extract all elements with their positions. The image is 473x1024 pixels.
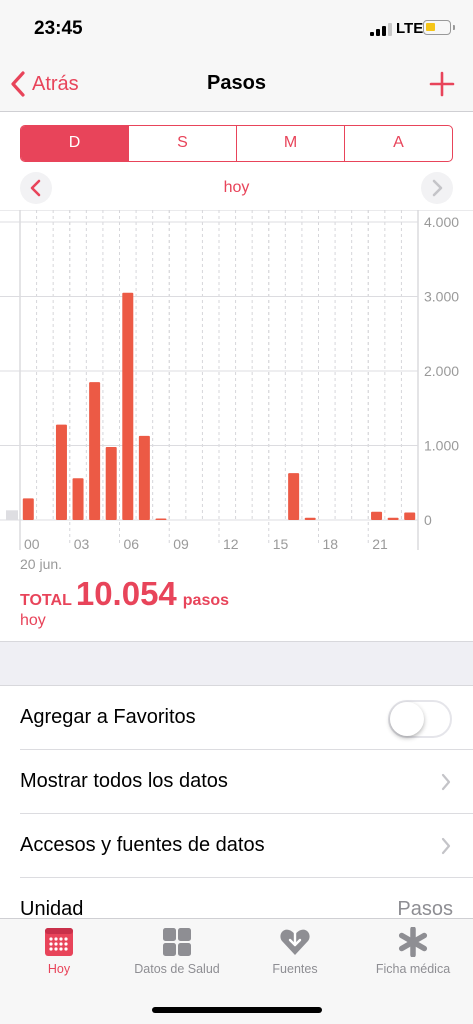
signal-icon — [370, 22, 392, 36]
total-summary: TOTAL 10.054 pasos — [20, 575, 229, 615]
battery-icon — [423, 20, 451, 35]
total-label: TOTAL — [20, 592, 72, 609]
chevron-right-icon — [441, 773, 451, 791]
next-period-button[interactable] — [421, 172, 453, 204]
x-tick-label: 03 — [74, 536, 90, 550]
total-unit: pasos — [182, 592, 230, 609]
chart-date: 20 jun. — [20, 556, 63, 572]
steps-bar-05 — [105, 446, 117, 520]
total-value: 10.054 — [75, 575, 177, 612]
x-tick-label: 15 — [273, 536, 289, 550]
add-to-favorites-row: Agregar a Favoritos — [0, 686, 473, 750]
x-tick-label: 09 — [173, 536, 189, 550]
data-sources-access-label: Accesos y fuentes de datos — [20, 834, 265, 856]
steps-bar-17 — [304, 517, 316, 520]
y-tick-label: 0 — [424, 512, 432, 528]
heart-download-icon — [280, 929, 310, 955]
steps-bar-23 — [404, 512, 416, 520]
grid-icon — [163, 928, 191, 956]
asterisk-icon — [398, 927, 428, 957]
calendar-icon — [45, 928, 73, 956]
status-time: 23:45 — [34, 18, 83, 39]
network-type: LTE — [396, 20, 424, 37]
period-segmented-control: D S M A — [20, 125, 453, 162]
tab-health-data-label: Datos de Salud — [134, 962, 220, 976]
plus-icon[interactable] — [428, 70, 456, 98]
x-tick-label: 06 — [124, 536, 140, 550]
steps-bar-08 — [155, 518, 167, 520]
home-indicator — [152, 1007, 322, 1013]
previous-day-bar — [6, 510, 18, 520]
tab-sources[interactable]: Fuentes — [236, 927, 354, 991]
data-sources-access-row[interactable]: Accesos y fuentes de datos — [0, 814, 473, 878]
steps-bar-00 — [22, 498, 34, 520]
steps-bar-21 — [371, 511, 383, 520]
tab-health-data[interactable]: Datos de Salud — [118, 927, 236, 991]
steps-bar-02 — [55, 424, 67, 520]
steps-bar-07 — [138, 435, 150, 520]
steps-bar-22 — [387, 517, 399, 520]
settings-list: Agregar a Favoritos Mostrar todos los da… — [0, 685, 473, 942]
toggle-knob — [390, 702, 424, 736]
chart-card: D S M A hoy 4.000 3.000 2.000 1.000 0 00 03 06 0… — [0, 112, 473, 642]
y-tick-label: 1.000 — [424, 438, 459, 454]
x-tick-label: 00 — [24, 536, 40, 550]
x-tick-label: 12 — [223, 536, 239, 550]
battery-tip — [453, 25, 455, 30]
segment-month[interactable]: M — [236, 126, 344, 161]
y-tick-label: 2.000 — [424, 363, 459, 379]
steps-bar-16 — [288, 473, 300, 520]
period-label: hoy — [223, 179, 250, 196]
steps-bar-06 — [122, 292, 134, 520]
steps-bar-03 — [72, 478, 84, 520]
show-all-data-label: Mostrar todos los datos — [20, 770, 228, 792]
tab-today-label: Hoy — [47, 962, 71, 976]
segment-year[interactable]: A — [344, 126, 452, 161]
segment-day[interactable]: D — [21, 126, 128, 161]
battery-level — [426, 23, 435, 31]
steps-bar-04 — [89, 382, 101, 520]
total-period: hoy — [20, 612, 46, 629]
add-to-favorites-label: Agregar a Favoritos — [20, 706, 196, 728]
chevron-right-icon — [432, 179, 443, 197]
segment-week[interactable]: S — [128, 126, 236, 161]
status-bar: 23:45 LTE — [0, 0, 473, 58]
x-tick-label: 21 — [372, 536, 388, 550]
chevron-right-icon — [441, 837, 451, 855]
y-tick-label: 3.000 — [424, 289, 459, 305]
tab-medical-id[interactable]: Ficha médica — [354, 927, 472, 991]
x-tick-label: 18 — [323, 536, 339, 550]
tab-medical-id-label: Ficha médica — [375, 962, 451, 976]
show-all-data-row[interactable]: Mostrar todos los datos — [0, 750, 473, 814]
favorites-toggle[interactable] — [388, 700, 452, 738]
steps-bar-chart[interactable]: 4.0003.0002.0001.000000 03 06 09 12 15 18 21 — [0, 210, 473, 550]
tab-today[interactable]: Hoy — [0, 927, 118, 991]
page-title: Pasos — [207, 72, 266, 94]
y-tick-label: 4.000 — [424, 214, 459, 230]
navigation-bar: Atrás Pasos — [0, 58, 473, 112]
tab-sources-label: Fuentes — [272, 962, 318, 976]
